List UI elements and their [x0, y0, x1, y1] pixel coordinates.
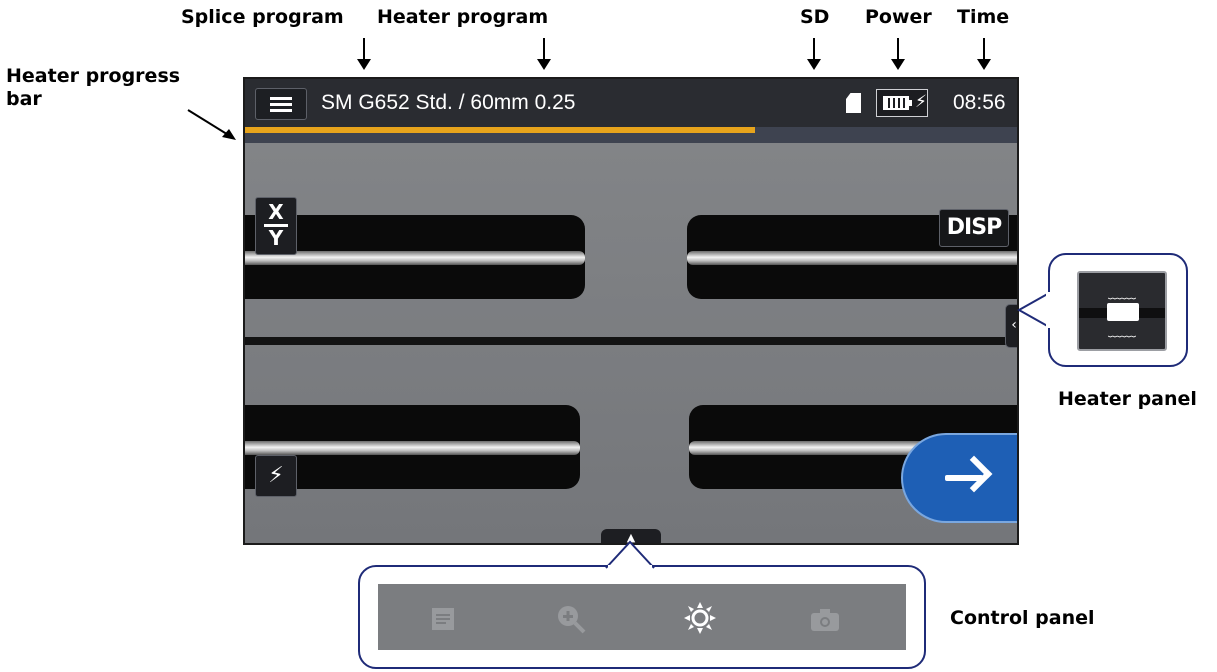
heater-pointer-mask [1046, 292, 1052, 328]
xy-button-x: X [268, 200, 284, 224]
report-icon[interactable] [428, 606, 458, 637]
battery-charging-icon: ⚡ [876, 89, 928, 117]
arrow-right-icon-head [955, 455, 993, 493]
power-arrow [891, 38, 905, 70]
heater-zigzag-icon: ﹏﹏ [1108, 286, 1136, 302]
disp-button[interactable]: DISP [939, 209, 1009, 247]
heater-button[interactable]: ﹏﹏ ﹏﹏ [1077, 271, 1167, 351]
fiber-core [245, 441, 580, 455]
clock-time: 08:56 [953, 91, 1006, 114]
status-bar: SM G652 Std. / 60mm 0.25 ⚡ 08:56 [245, 79, 1017, 127]
heater-program-callout: Heater program [377, 6, 549, 28]
control-panel-pointer [605, 540, 655, 570]
splice-heater-program-label[interactable]: SM G652 Std. / 60mm 0.25 [321, 91, 575, 115]
menu-icon-line [270, 103, 292, 106]
view-divider [245, 337, 1017, 345]
brightness-icon[interactable] [684, 602, 716, 639]
heater-progress-fill [245, 127, 755, 133]
battery-level-icon [883, 96, 909, 110]
control-panel [378, 584, 906, 650]
battery-nub [909, 100, 912, 106]
splice-program-callout: Splice program [181, 6, 344, 28]
xy-view-button[interactable]: X Y [255, 197, 297, 255]
heater-panel-callout: Heater panel [1058, 388, 1197, 410]
time-arrow [977, 38, 991, 70]
charging-bolt-icon: ⚡ [915, 92, 927, 112]
menu-icon-line [270, 97, 292, 100]
heater-progress-bar-callout-line2: bar [6, 88, 42, 110]
control-panel-callout: Control panel [950, 607, 1095, 629]
heater-progress-bar-callout-line1: Heater progress [6, 65, 181, 87]
heater-zigzag-icon: ﹏﹏ [1108, 324, 1136, 340]
menu-button[interactable] [255, 88, 307, 120]
power-callout: Power [865, 6, 932, 28]
time-callout: Time [957, 6, 1010, 28]
next-arrow-button[interactable] [901, 433, 1017, 523]
camera-icon[interactable] [810, 608, 840, 637]
heater-program-arrow [537, 38, 551, 70]
heater-sleeve-icon [1107, 303, 1139, 321]
zoom-in-icon[interactable] [556, 604, 586, 639]
heater-progress-bar [245, 127, 1017, 143]
menu-icon-line [270, 109, 292, 112]
splicer-screen: SM G652 Std. / 60mm 0.25 ⚡ 08:56 X Y DIS… [243, 77, 1019, 545]
splice-program-arrow [357, 38, 371, 70]
xy-button-y: Y [268, 226, 284, 250]
arc-discharge-button[interactable]: ⚡ [255, 455, 297, 497]
sd-callout: SD [800, 6, 830, 28]
progress-bar-pointer-arrow [187, 109, 236, 140]
sd-arrow [807, 38, 821, 70]
fiber-core [687, 251, 1017, 265]
sd-card-icon [846, 93, 861, 113]
